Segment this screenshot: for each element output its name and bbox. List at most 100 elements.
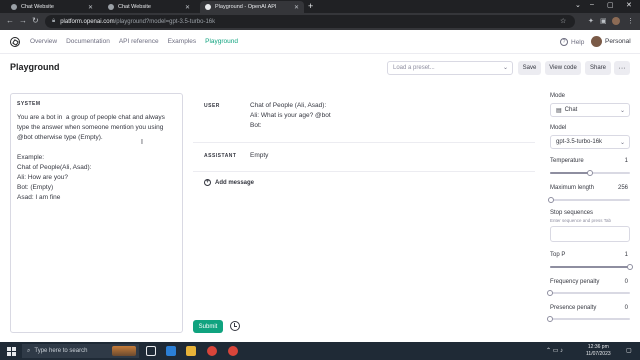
browser-tab-title: Chat Website: [118, 4, 151, 10]
account-menu[interactable]: Personal: [591, 36, 631, 47]
city-skyline-image: [112, 346, 136, 356]
frequency-penalty-slider[interactable]: [547, 290, 630, 296]
tab-search-icon[interactable]: ⌄: [575, 1, 581, 9]
openai-logo-icon[interactable]: [10, 37, 20, 47]
model-value: gpt-3.5-turbo-16k: [556, 139, 603, 145]
user-role-label[interactable]: USER: [204, 103, 220, 109]
close-tab-icon[interactable]: ✕: [88, 4, 93, 11]
lock-icon: 🔒︎: [52, 18, 56, 24]
notifications-icon[interactable]: ▢: [626, 347, 632, 354]
sidebar-icon[interactable]: ▣: [600, 17, 607, 25]
system-prompt-textarea[interactable]: You are a bot in a group of people chat …: [17, 113, 177, 203]
max-length-value[interactable]: 256: [618, 185, 628, 191]
help-link[interactable]: ? Help: [560, 38, 584, 46]
favicon-icon: [11, 4, 17, 10]
assistant-role-label[interactable]: ASSISTANT: [204, 153, 236, 159]
chat-icon: ▤: [556, 107, 562, 114]
address-bar[interactable]: 🔒︎ platform.openai.com /playground?model…: [45, 15, 575, 28]
bookmark-star-icon[interactable]: ☆: [560, 17, 566, 25]
browser-tab-title: Chat Website: [21, 4, 54, 10]
taskbar-clock[interactable]: 12:36 pm 11/07/2023: [586, 344, 611, 358]
close-tab-icon[interactable]: ✕: [185, 4, 190, 11]
slider-knob[interactable]: [627, 264, 633, 270]
temperature-value[interactable]: 1: [625, 158, 628, 164]
chrome-icon[interactable]: [228, 346, 238, 356]
submit-button[interactable]: Submit: [193, 320, 223, 333]
temperature-slider[interactable]: [550, 170, 630, 176]
file-explorer-icon[interactable]: [186, 346, 196, 356]
nav-documentation[interactable]: Documentation: [66, 38, 110, 45]
system-tray-icons[interactable]: ⌃ ▭ ♪: [546, 347, 563, 354]
max-length-slider[interactable]: [548, 197, 630, 203]
back-icon[interactable]: ←: [6, 16, 14, 25]
preset-select[interactable]: Load a preset... ⌄: [387, 61, 513, 75]
share-button[interactable]: Share: [585, 61, 611, 75]
browser-tab-2[interactable]: Chat Website ✕: [103, 1, 195, 13]
close-tab-icon[interactable]: ✕: [294, 4, 299, 11]
maximize-icon[interactable]: ▢: [607, 1, 614, 9]
chevron-down-icon: ⌄: [619, 140, 625, 146]
extensions-icon[interactable]: ✦: [588, 17, 594, 25]
top-p-label: Top P: [550, 252, 566, 258]
url-host: platform.openai.com: [60, 18, 115, 25]
vscode-icon[interactable]: [166, 346, 176, 356]
nav-overview[interactable]: Overview: [30, 38, 57, 45]
user-message[interactable]: Chat of People (Ali, Asad): Ali: What is…: [250, 101, 331, 131]
system-panel[interactable]: SYSTEM You are a bot in a group of peopl…: [10, 93, 183, 333]
openai-favicon-icon: [205, 4, 211, 10]
task-view-icon[interactable]: [146, 346, 156, 356]
model-select[interactable]: gpt-3.5-turbo-16k ⌄: [550, 135, 630, 149]
app-header: Overview Documentation API reference Exa…: [0, 30, 640, 54]
page-title: Playground: [10, 62, 60, 72]
nav-playground[interactable]: Playground: [205, 38, 238, 45]
chevron-down-icon: ⌄: [502, 65, 508, 71]
presence-penalty-value[interactable]: 0: [625, 305, 628, 311]
nav-api-reference[interactable]: API reference: [119, 38, 159, 45]
top-nav: Overview Documentation API reference Exa…: [30, 38, 247, 45]
url-path: /playground?model=gpt-3.5-turbo-16k: [114, 18, 216, 25]
presence-penalty-slider[interactable]: [547, 316, 630, 322]
temperature-label: Temperature: [550, 158, 584, 164]
slider-fill: [550, 266, 630, 268]
view-code-button[interactable]: View code: [545, 61, 581, 75]
stop-sequences-label: Stop sequences: [550, 210, 594, 216]
help-icon: ?: [560, 38, 568, 46]
browser-menu-icon[interactable]: ⋮: [627, 17, 634, 25]
browser-tab-1[interactable]: Chat Website ✕: [6, 1, 98, 13]
nav-examples[interactable]: Examples: [168, 38, 197, 45]
top-p-slider[interactable]: [550, 264, 633, 270]
profile-avatar[interactable]: [612, 17, 620, 25]
clock-time: 12:36 pm: [587, 344, 609, 350]
top-p-value[interactable]: 1: [625, 252, 628, 258]
forward-icon[interactable]: →: [19, 16, 27, 25]
history-icon[interactable]: [230, 321, 240, 331]
slider-knob[interactable]: [587, 170, 593, 176]
minimize-icon[interactable]: –: [590, 1, 594, 8]
slider-knob[interactable]: [547, 290, 553, 296]
reload-icon[interactable]: ↻: [32, 16, 39, 25]
frequency-penalty-value[interactable]: 0: [625, 279, 628, 285]
slider-knob[interactable]: [547, 316, 553, 322]
save-button[interactable]: Save: [518, 61, 541, 75]
account-label: Personal: [605, 38, 631, 45]
assistant-message[interactable]: Empty: [250, 151, 268, 161]
chrome-icon[interactable]: [207, 346, 217, 356]
slider-fill: [550, 172, 590, 174]
browser-tab-playground[interactable]: Playground - OpenAI API ✕: [200, 1, 304, 13]
search-placeholder: Type here to search: [34, 348, 88, 354]
windows-start-icon[interactable]: [7, 347, 16, 356]
mode-label: Mode: [550, 93, 566, 99]
stop-sequences-input[interactable]: [550, 226, 630, 242]
avatar: [591, 36, 602, 47]
preset-placeholder: Load a preset...: [393, 65, 435, 71]
text-cursor-icon: I: [141, 139, 143, 146]
more-options-button[interactable]: ···: [614, 61, 630, 75]
add-message-button[interactable]: + Add message: [204, 179, 254, 186]
max-length-label: Maximum length: [550, 185, 595, 191]
chevron-down-icon: ⌄: [619, 108, 625, 114]
slider-knob[interactable]: [548, 197, 555, 203]
browser-tab-strip: Chat Website ✕ Chat Website ✕ Playground…: [0, 0, 640, 13]
new-tab-button[interactable]: +: [308, 1, 313, 11]
close-window-icon[interactable]: ✕: [626, 1, 632, 9]
mode-select[interactable]: ▤ Chat ⌄: [550, 103, 630, 117]
